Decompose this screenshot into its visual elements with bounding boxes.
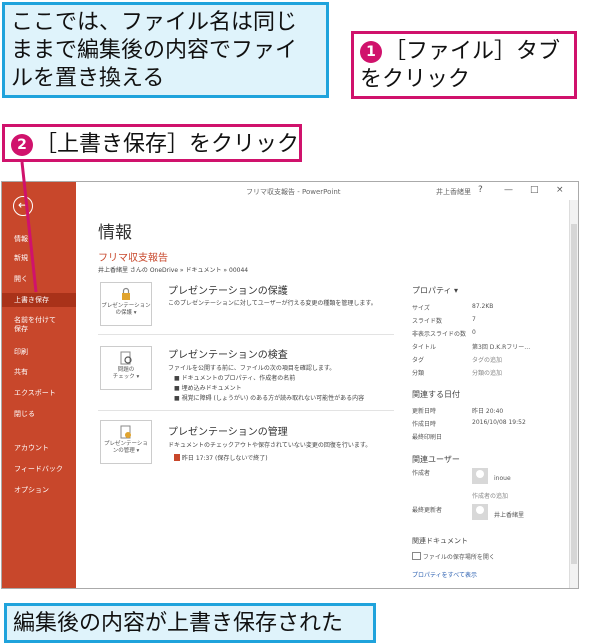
step2-pointer-line — [20, 161, 38, 293]
